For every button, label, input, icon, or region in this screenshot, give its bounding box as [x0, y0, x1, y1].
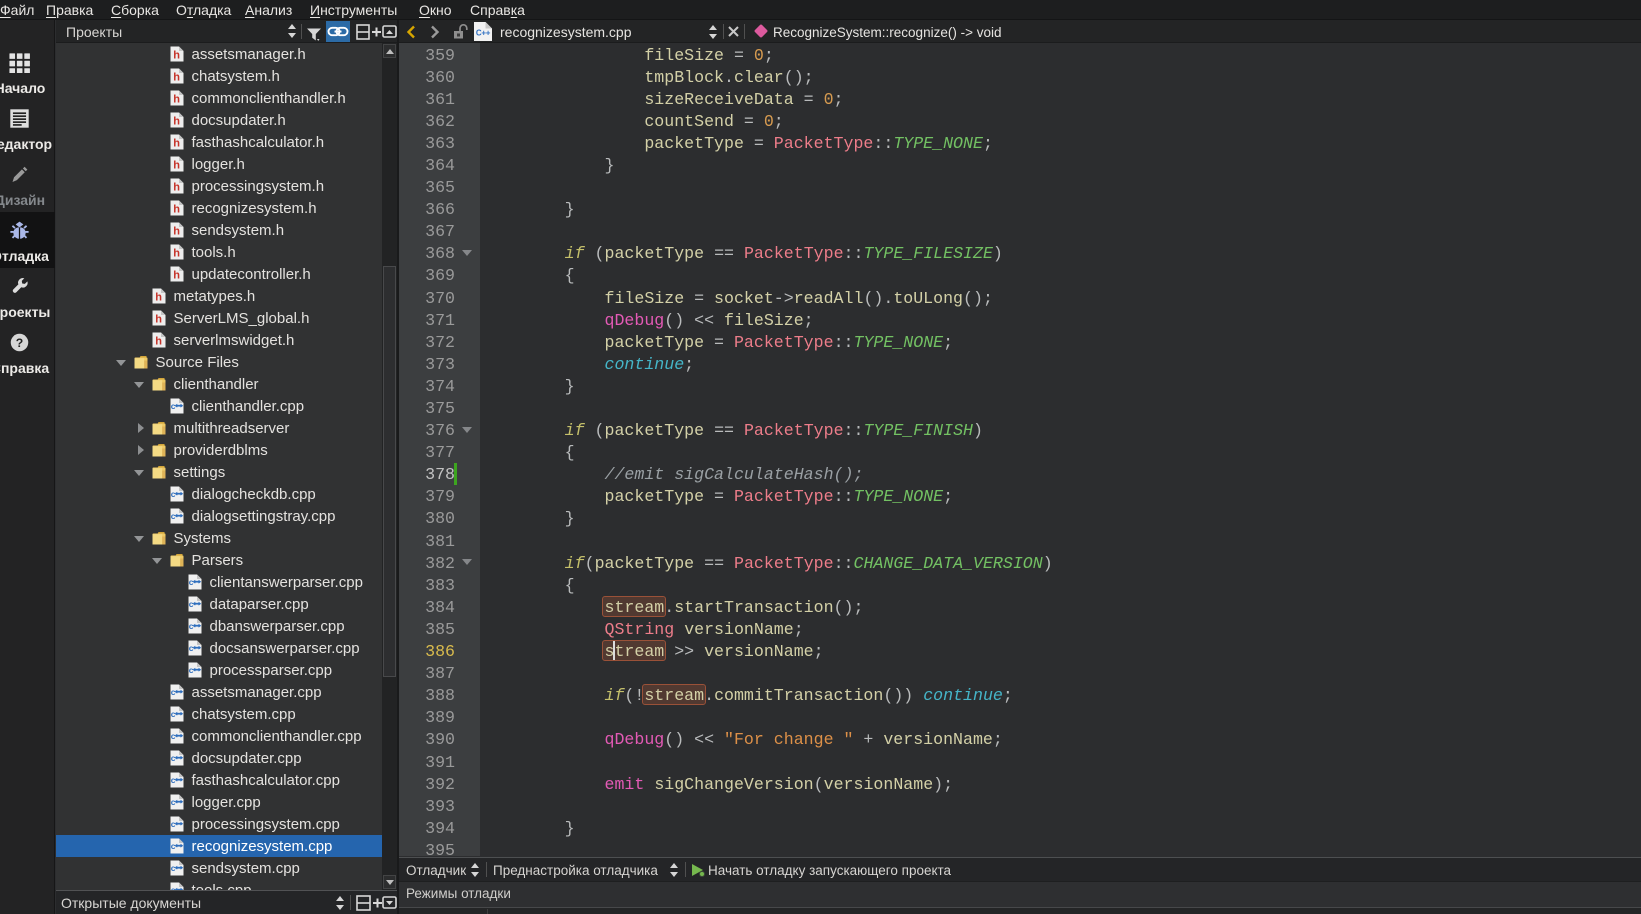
svg-text:h: h [173, 226, 180, 238]
svg-text:h: h [173, 160, 180, 172]
svg-text:h: h [173, 182, 180, 194]
svg-text:h: h [173, 138, 180, 150]
svg-text:h: h [155, 336, 162, 348]
svg-text:h: h [173, 248, 180, 260]
svg-text:?: ? [15, 336, 22, 350]
svg-text:C++: C++ [476, 29, 491, 38]
svg-text:h: h [173, 50, 180, 62]
svg-text:h: h [173, 72, 180, 84]
svg-text:h: h [155, 314, 162, 326]
svg-text:h: h [173, 94, 180, 106]
svg-text:h: h [173, 204, 180, 216]
svg-text:h: h [173, 270, 180, 282]
svg-text:h: h [155, 292, 162, 304]
svg-text:h: h [173, 116, 180, 128]
